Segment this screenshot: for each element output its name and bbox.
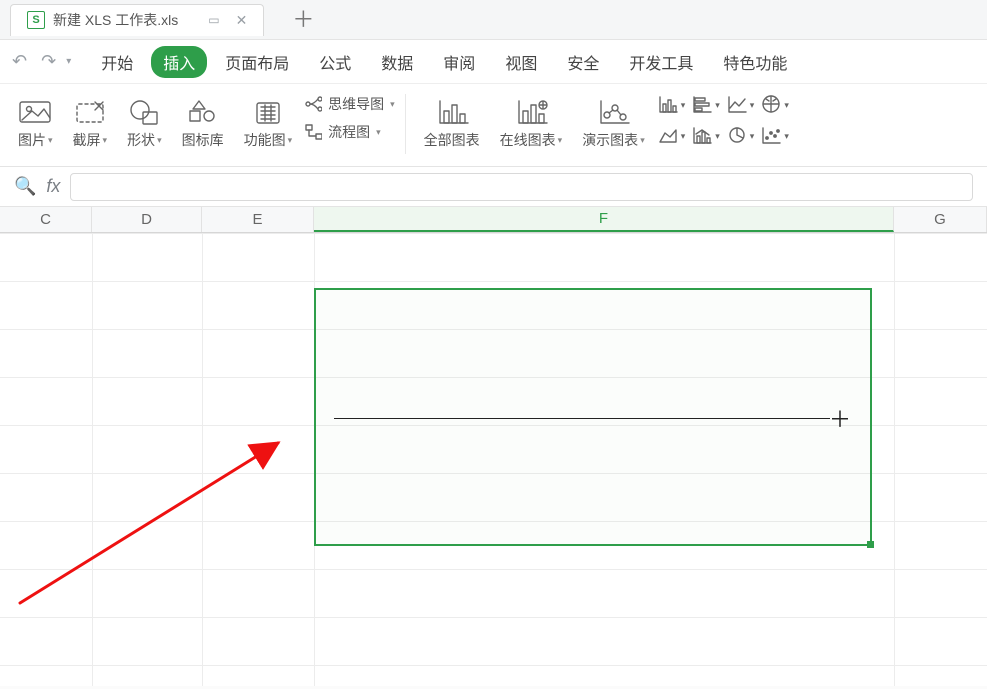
function-chart-label: 功能图	[244, 130, 286, 150]
spreadsheet-grid[interactable]: C D E F G ＋	[0, 207, 987, 686]
stock-chart-mini-button[interactable]: ▾	[760, 94, 789, 117]
menu-data[interactable]: 数据	[369, 46, 425, 78]
menu-special[interactable]: 特色功能	[711, 46, 799, 78]
all-charts-button[interactable]: 全部图表	[416, 92, 488, 152]
menu-start[interactable]: 开始	[89, 46, 145, 78]
redo-button[interactable]: ↷	[37, 49, 60, 74]
menu-bar: ↶ ↷ ▾ 开始 插入 页面布局 公式 数据 审阅 视图 安全 开发工具 特色功…	[0, 40, 987, 84]
icon-library-icon	[187, 94, 219, 130]
new-tab-button[interactable]: ＋	[292, 9, 314, 31]
document-title: 新建 XLS 工作表.xls	[53, 10, 178, 30]
formula-bar: 🔍 fx	[0, 167, 987, 207]
menu-devtools[interactable]: 开发工具	[617, 46, 705, 78]
col-header-f[interactable]: F	[314, 207, 894, 232]
col-header-g[interactable]: G	[894, 207, 987, 232]
scatter-chart-mini-button[interactable]: ▾	[760, 125, 789, 148]
menu-review[interactable]: 审阅	[431, 46, 487, 78]
function-chart-button[interactable]: 功能图▾	[236, 92, 301, 152]
window-toggle-icon[interactable]: ▭	[208, 13, 219, 27]
col-header-c[interactable]: C	[0, 207, 92, 232]
selected-cell[interactable]	[314, 288, 872, 546]
column-headers: C D E F G	[0, 207, 987, 233]
area-chart-mini-button[interactable]: ▾	[657, 125, 686, 148]
mindmap-icon	[304, 95, 322, 113]
shape-label: 形状	[127, 130, 155, 150]
present-chart-label: 演示图表	[582, 130, 638, 150]
line-chart-icon	[726, 94, 748, 117]
menu-formula[interactable]: 公式	[307, 46, 363, 78]
picture-icon	[18, 94, 52, 130]
hbar-chart-mini-button[interactable]: ▾	[691, 94, 720, 117]
line-chart-mini-button[interactable]: ▾	[726, 94, 755, 117]
insert-picture-button[interactable]: 图片▾	[10, 92, 61, 152]
close-tab-icon[interactable]: ✕	[236, 12, 248, 29]
function-chart-icon	[252, 94, 284, 130]
shape-button[interactable]: 形状▾	[119, 92, 170, 152]
drawn-line-shape[interactable]	[334, 418, 830, 419]
present-chart-icon	[595, 94, 631, 130]
area-chart-icon	[657, 125, 679, 148]
online-chart-button[interactable]: 在线图表▾	[492, 92, 571, 152]
flowchart-button[interactable]: 流程图▾	[304, 122, 395, 142]
formula-input[interactable]	[70, 173, 973, 201]
online-chart-icon	[513, 94, 549, 130]
stock-chart-icon	[760, 94, 782, 117]
sheet-badge-icon: S	[27, 11, 45, 29]
menu-insert[interactable]: 插入	[151, 46, 207, 78]
bar-chart-mini-button[interactable]: ▾	[657, 94, 686, 117]
document-tab[interactable]: S 新建 XLS 工作表.xls ▭ ✕	[10, 4, 264, 36]
menu-security[interactable]: 安全	[555, 46, 611, 78]
bar-chart-icon	[657, 94, 679, 117]
col-header-e[interactable]: E	[202, 207, 314, 232]
fx-icon[interactable]: fx	[46, 176, 60, 197]
screenshot-label: 截屏	[73, 130, 101, 150]
column-line-icon	[691, 125, 713, 148]
mindmap-label: 思维导图	[328, 94, 384, 114]
screenshot-button[interactable]: 截屏▾	[65, 92, 116, 152]
column-line-mini-button[interactable]: ▾	[691, 125, 720, 148]
menu-view[interactable]: 视图	[493, 46, 549, 78]
scatter-chart-icon	[760, 125, 782, 148]
online-chart-label: 在线图表	[500, 130, 556, 150]
shape-icon	[127, 94, 161, 130]
quick-access-more[interactable]: ▾	[66, 56, 71, 67]
col-header-d[interactable]: D	[92, 207, 202, 232]
mindmap-button[interactable]: 思维导图▾	[304, 94, 395, 114]
present-chart-button[interactable]: 演示图表▾	[574, 92, 653, 152]
selection-fill-handle[interactable]	[867, 541, 874, 548]
icon-library-label: 图标库	[182, 130, 224, 150]
ribbon-insert: 图片▾ 截屏▾ 形状▾ 图标库 功能图▾	[0, 84, 987, 167]
all-charts-icon	[434, 94, 470, 130]
all-charts-label: 全部图表	[424, 130, 480, 150]
hbar-chart-icon	[691, 94, 713, 117]
menu-page-layout[interactable]: 页面布局	[213, 46, 301, 78]
undo-button[interactable]: ↶	[8, 49, 31, 74]
insert-picture-label: 图片	[18, 130, 46, 150]
name-box-zoom-icon[interactable]: 🔍	[14, 176, 36, 197]
pie-chart-icon	[726, 125, 748, 148]
flowchart-label: 流程图	[328, 122, 370, 142]
icon-library-button[interactable]: 图标库	[174, 92, 232, 152]
flowchart-icon	[304, 123, 322, 141]
screenshot-icon	[73, 94, 107, 130]
annotation-arrow	[0, 233, 320, 653]
ribbon-separator	[405, 94, 406, 154]
pie-chart-mini-button[interactable]: ▾	[726, 125, 755, 148]
drawing-cursor-icon: ＋	[829, 402, 851, 434]
